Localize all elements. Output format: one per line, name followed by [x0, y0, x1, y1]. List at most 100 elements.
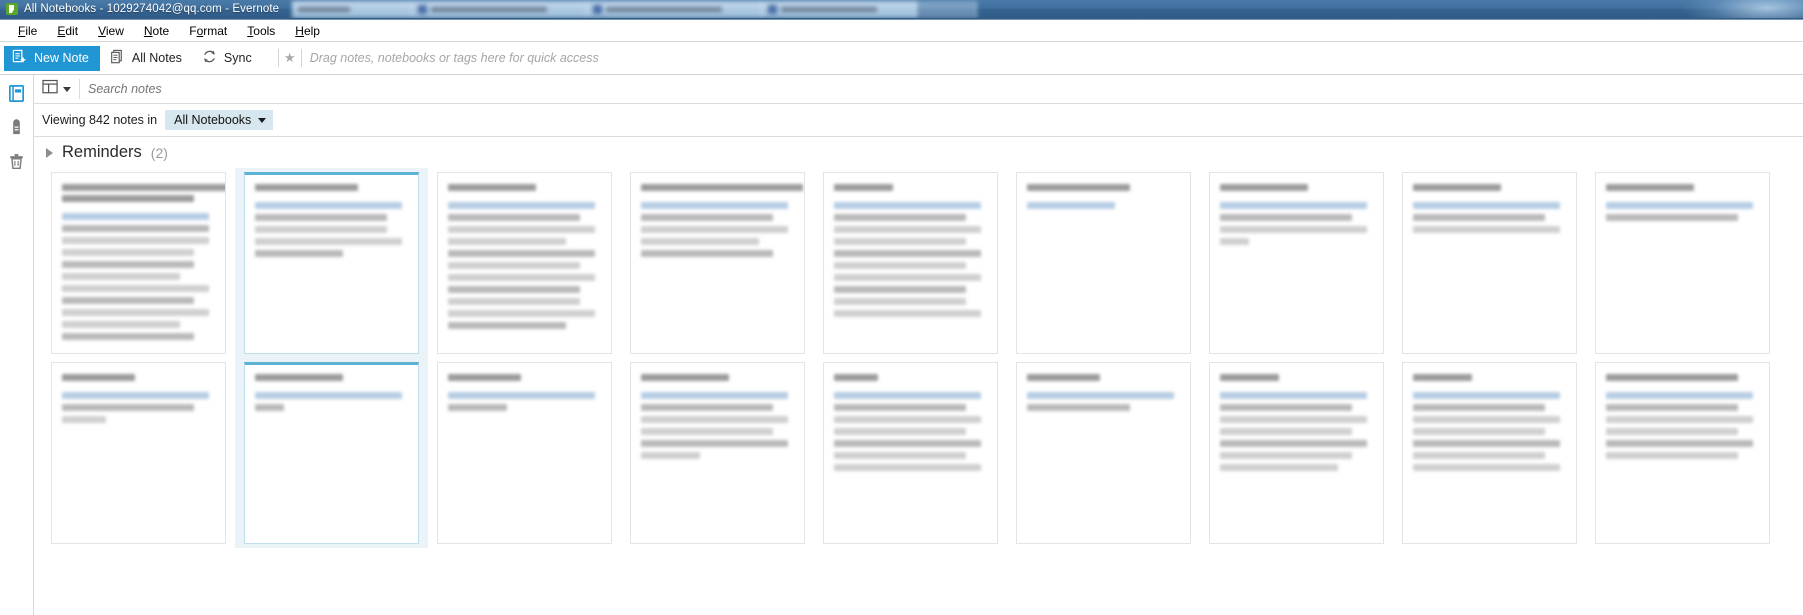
- note-card[interactable]: [1016, 362, 1191, 544]
- note-card-title: [641, 184, 803, 191]
- main-toolbar: New Note All Notes Sync ★ Drag notes, no…: [0, 42, 1803, 75]
- app-body: Viewing 842 notes in All Notebooks Remin…: [0, 75, 1803, 615]
- all-notes-label: All Notes: [131, 51, 182, 65]
- note-card-title: [641, 374, 794, 381]
- note-card-cell[interactable]: [235, 358, 428, 548]
- menu-item-view[interactable]: View: [88, 22, 134, 40]
- note-card-title: [1220, 374, 1373, 381]
- note-card-snippet: [641, 202, 794, 257]
- new-note-button[interactable]: New Note: [4, 45, 100, 71]
- note-card-title: [255, 374, 408, 381]
- viewing-row: Viewing 842 notes in All Notebooks: [34, 104, 1803, 137]
- note-card-title: [255, 184, 408, 191]
- note-card-cell[interactable]: [1586, 168, 1779, 358]
- menu-item-tools[interactable]: Tools: [237, 22, 285, 40]
- note-card[interactable]: [244, 362, 419, 544]
- notes-grid-scroll[interactable]: [34, 168, 1803, 615]
- note-card[interactable]: [1016, 172, 1191, 354]
- note-card[interactable]: [1209, 172, 1384, 354]
- note-card[interactable]: [1209, 362, 1384, 544]
- note-card-snippet: [1027, 392, 1180, 411]
- note-card-snippet: [1413, 392, 1566, 471]
- tags-icon[interactable]: [7, 117, 27, 137]
- notebook-selector[interactable]: All Notebooks: [165, 110, 274, 130]
- reminders-section-header[interactable]: Reminders (2): [34, 137, 1803, 168]
- note-card-cell[interactable]: [42, 358, 235, 548]
- note-card[interactable]: [823, 172, 998, 354]
- menu-item-note[interactable]: Note: [134, 22, 179, 40]
- note-card-cell[interactable]: [1200, 168, 1393, 358]
- note-card-title: [834, 374, 987, 381]
- note-card-snippet: [834, 392, 987, 471]
- note-card-snippet: [62, 392, 215, 423]
- note-card-cell[interactable]: [235, 168, 428, 358]
- note-card-cell[interactable]: [428, 358, 621, 548]
- note-card-cell[interactable]: [621, 358, 814, 548]
- notebooks-icon[interactable]: [7, 83, 27, 103]
- note-card[interactable]: [437, 172, 612, 354]
- view-toggle-button[interactable]: [42, 79, 79, 100]
- menu-item-edit[interactable]: Edit: [47, 22, 88, 40]
- icon-rail: [0, 75, 34, 615]
- menu-item-file[interactable]: File: [8, 22, 47, 40]
- note-card-cell[interactable]: [1200, 358, 1393, 548]
- note-card-snippet: [1027, 202, 1180, 209]
- note-card-title: [1606, 374, 1759, 381]
- toolbar-divider-2: [300, 49, 302, 67]
- note-card[interactable]: [630, 172, 805, 354]
- sync-button[interactable]: Sync: [192, 46, 262, 71]
- note-card-cell[interactable]: [1007, 358, 1200, 548]
- note-card[interactable]: [1402, 362, 1577, 544]
- trash-icon[interactable]: [7, 151, 27, 171]
- notes-pane: Viewing 842 notes in All Notebooks Remin…: [34, 75, 1803, 615]
- menu-item-format[interactable]: Format: [179, 22, 237, 40]
- note-card-cell[interactable]: [1393, 168, 1586, 358]
- note-card-snippet: [1413, 202, 1566, 233]
- note-card[interactable]: [630, 362, 805, 544]
- note-card-cell[interactable]: [814, 168, 1007, 358]
- window-titlebar[interactable]: All Notebooks - 1029274042@qq.com - Ever…: [0, 0, 1803, 18]
- note-card[interactable]: [1595, 172, 1770, 354]
- note-card-snippet: [834, 202, 987, 317]
- note-card-title: [1027, 374, 1180, 381]
- search-input[interactable]: [88, 77, 1803, 101]
- note-card-cell[interactable]: [428, 168, 621, 358]
- note-card-cell[interactable]: [1007, 168, 1200, 358]
- new-note-icon: [12, 49, 27, 67]
- evernote-logo-icon: [6, 3, 18, 15]
- note-card-cell[interactable]: [621, 168, 814, 358]
- note-card[interactable]: [244, 172, 419, 354]
- window-title: All Notebooks - 1029274042@qq.com - Ever…: [24, 3, 280, 15]
- note-card-snippet: [255, 202, 408, 257]
- note-card-cell[interactable]: [814, 358, 1007, 548]
- note-card[interactable]: [437, 362, 612, 544]
- chevron-down-icon: [258, 117, 267, 123]
- triangle-right-icon[interactable]: [46, 147, 53, 158]
- menu-item-help[interactable]: Help: [285, 22, 330, 40]
- quick-access-bar[interactable]: ★ Drag notes, notebooks or tags here for…: [277, 47, 1803, 69]
- note-card-snippet: [641, 392, 794, 459]
- note-card-title: [62, 374, 215, 381]
- note-card[interactable]: [51, 362, 226, 544]
- window-caption: All Notebooks - 1029274042@qq.com - Ever…: [0, 3, 279, 15]
- note-card[interactable]: [823, 362, 998, 544]
- note-card-title: [834, 184, 987, 191]
- note-card-cell[interactable]: [42, 168, 235, 358]
- note-card[interactable]: [1595, 362, 1770, 544]
- viewing-count-label: Viewing 842 notes in: [42, 113, 158, 127]
- reminders-title: Reminders: [62, 143, 142, 161]
- note-card-cell[interactable]: [1393, 358, 1586, 548]
- quick-access-placeholder: Drag notes, notebooks or tags here for q…: [309, 51, 599, 65]
- note-card[interactable]: [51, 172, 226, 354]
- star-icon[interactable]: ★: [279, 48, 301, 68]
- note-card-title: [1413, 184, 1566, 191]
- note-card-title: [1220, 184, 1373, 191]
- note-card[interactable]: [1402, 172, 1577, 354]
- chevron-down-icon: [63, 86, 71, 92]
- note-card-snippet: [448, 392, 601, 411]
- menu-bar: File Edit View Note Format Tools Help: [0, 20, 1803, 42]
- note-card-cell[interactable]: [1586, 358, 1779, 548]
- note-card-snippet: [1606, 392, 1759, 459]
- grid-view-icon: [42, 79, 59, 100]
- all-notes-button[interactable]: All Notes: [100, 46, 192, 71]
